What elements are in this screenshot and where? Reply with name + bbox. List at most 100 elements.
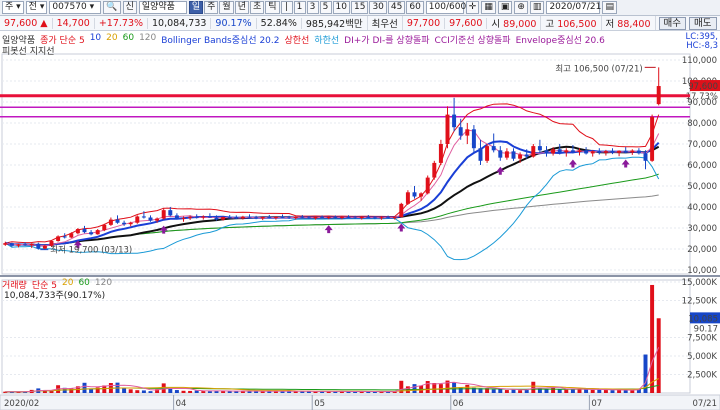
candle-body <box>656 86 661 105</box>
candle-body <box>148 217 153 221</box>
price-tick-label: 40,000 <box>687 203 717 213</box>
candle-body <box>128 222 133 225</box>
candle-body <box>221 217 226 220</box>
candle-body <box>313 216 318 219</box>
candle-body <box>643 153 648 161</box>
volume-tick-label: 12,500K <box>682 297 718 307</box>
price-legend-item-1: 10 <box>89 33 102 43</box>
candle-body <box>247 216 252 218</box>
candle-body <box>115 219 120 223</box>
candle-body <box>458 127 463 136</box>
candle-body <box>326 217 331 219</box>
candle-body <box>419 193 424 197</box>
candle-body <box>188 217 193 219</box>
candle-body <box>201 216 206 218</box>
candle-body <box>359 216 364 219</box>
candle-body <box>320 216 325 218</box>
candle-body <box>366 216 371 218</box>
candle-body <box>56 236 61 242</box>
candle-body <box>590 151 595 154</box>
candle-body <box>254 217 259 219</box>
price-tick-label: 80,000 <box>687 119 717 129</box>
candle-body <box>89 232 94 235</box>
candle-body <box>564 150 569 153</box>
candle-body <box>62 236 67 238</box>
candle-body <box>386 217 391 219</box>
time-tick-label: 07 <box>591 399 602 409</box>
candle-body <box>108 219 113 225</box>
candle-body <box>75 229 80 234</box>
volume-bar <box>590 389 595 393</box>
time-axis-band <box>0 394 720 410</box>
pivot-legend: 피봇선 지지선 <box>2 47 55 57</box>
candle-body <box>471 129 476 149</box>
price-tick-label: 30,000 <box>687 224 717 234</box>
candle-body <box>392 217 397 219</box>
price-legend-item-2: 20 <box>106 33 118 43</box>
volume-bar <box>181 390 186 393</box>
candle-body <box>168 210 173 216</box>
price-legend-items: 종가 단순 5 10 20 60 120 Bollinger Bands중심선 20.2 상… <box>40 33 605 46</box>
candle-body <box>155 218 160 221</box>
price-legend-item-9: CCI기준선 상향돌파 <box>434 36 511 46</box>
candle-body <box>650 116 655 161</box>
candle-body <box>260 217 265 219</box>
time-tick-label: 2020/02 <box>4 399 39 409</box>
candle-body <box>379 217 384 219</box>
volume-bar <box>597 389 602 393</box>
candle-body <box>445 114 450 144</box>
price-tick-label: 10,000 <box>687 266 717 276</box>
candle-body <box>412 192 417 197</box>
candle-body <box>267 217 272 219</box>
candle-body <box>617 150 622 153</box>
volume-bar <box>564 389 569 393</box>
current-volume-pct-label: 90.17 <box>694 324 718 334</box>
volume-bar <box>122 387 127 393</box>
time-tick-label: 05 <box>314 399 325 409</box>
candle-body <box>570 150 575 152</box>
price-tick-label: 60,000 <box>687 161 717 171</box>
volume-bar <box>148 391 153 393</box>
candle-body <box>353 217 358 219</box>
candle-body <box>511 151 516 159</box>
volume-bar <box>201 391 206 393</box>
candle-body <box>82 229 87 233</box>
volume-bar <box>82 382 87 393</box>
volume-tick-label: 5,000K <box>687 352 717 362</box>
candle-body <box>69 233 74 238</box>
candle-body <box>557 149 562 153</box>
volume-bar <box>603 390 608 393</box>
volume-bar <box>128 389 133 393</box>
volume-bar <box>551 387 556 393</box>
chart-background <box>0 31 720 410</box>
volume-bar <box>188 390 193 393</box>
candle-body <box>16 244 21 246</box>
candle-body <box>551 149 556 154</box>
candle-body <box>141 216 146 218</box>
high-annotation: 최고 106,500 (07/21) <box>555 63 642 74</box>
candle-body <box>122 222 127 225</box>
candle-body <box>531 146 536 157</box>
price-volume-chart: 110,000100,00090,00080,00070,00060,00050… <box>0 31 720 410</box>
volume-bar <box>577 389 582 393</box>
candle-body <box>597 151 602 153</box>
price-tick-label: 50,000 <box>687 182 717 192</box>
volume-tick-label: 7,500K <box>687 334 717 344</box>
volume-bar <box>623 390 628 393</box>
volume-bar <box>511 389 516 393</box>
current-price-pct-label: 17.73% <box>686 92 718 102</box>
candle-body <box>240 216 245 219</box>
candle-body <box>504 151 509 158</box>
candle-body <box>161 210 166 219</box>
candle-body <box>452 114 457 128</box>
candle-body <box>280 216 285 218</box>
candle-body <box>544 150 549 154</box>
candle-body <box>399 203 404 218</box>
volume-bar <box>174 390 179 393</box>
candle-body <box>603 151 608 153</box>
volume-bar <box>630 390 635 393</box>
candle-body <box>95 230 100 235</box>
volume-bar <box>504 390 509 393</box>
candle-body <box>181 217 186 219</box>
price-legend-item-10: Envelope중심선 20.6 <box>515 36 605 46</box>
